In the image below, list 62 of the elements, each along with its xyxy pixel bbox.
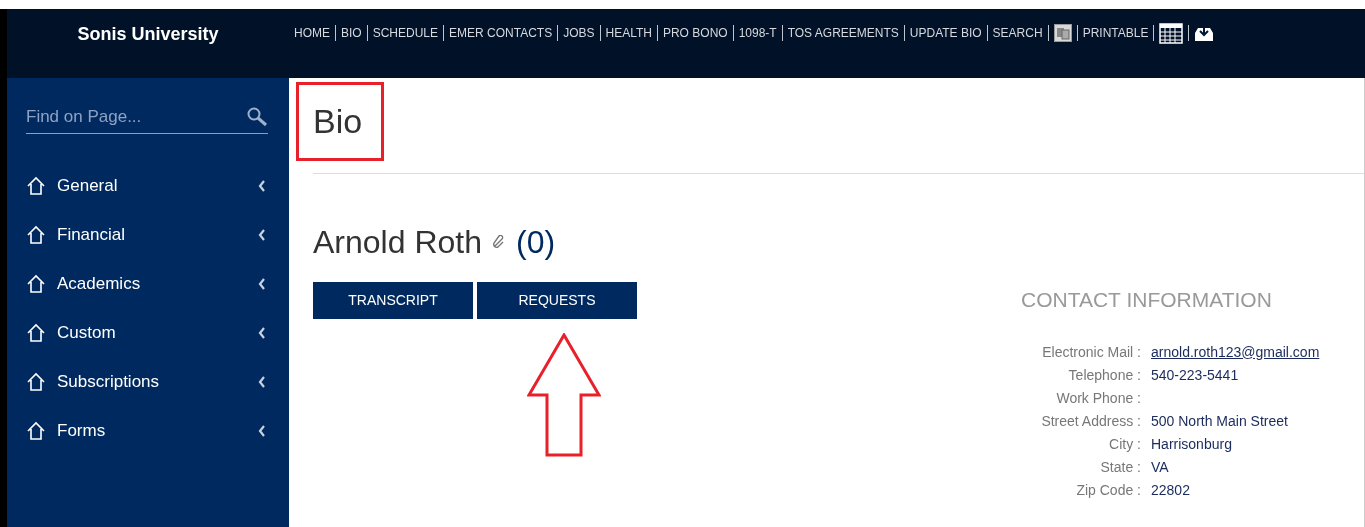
- download-tray-icon[interactable]: [1194, 24, 1215, 42]
- home-icon: [26, 372, 46, 392]
- sidebar-item[interactable]: Forms: [26, 406, 270, 456]
- nav-link[interactable]: 1098-T: [738, 27, 777, 39]
- paperclip-icon[interactable]: [492, 235, 506, 249]
- sidebar-item-label: Academics: [57, 273, 142, 296]
- calendar-icon[interactable]: [1159, 22, 1184, 44]
- nav-link[interactable]: HOME: [294, 27, 330, 39]
- person-name: Arnold Roth: [313, 223, 482, 262]
- action-button[interactable]: TRANSCRIPT: [313, 282, 473, 319]
- chevron-left-icon: [258, 229, 266, 241]
- field-value: VA: [1151, 457, 1169, 477]
- chevron-left-icon: [258, 327, 266, 339]
- sidebar-item[interactable]: General: [26, 161, 270, 211]
- field-value: 540-223-5441: [1151, 365, 1239, 385]
- nav-link[interactable]: SEARCH: [992, 27, 1043, 39]
- home-icon: [26, 421, 46, 441]
- nav-link[interactable]: PRINTABLE: [1082, 27, 1149, 39]
- chevron-left-icon: [258, 278, 266, 290]
- field-label: Work Phone :: [1055, 388, 1141, 408]
- field-label: City :: [1108, 434, 1141, 454]
- field-label: Electronic Mail :: [1041, 342, 1141, 362]
- nav-link[interactable]: BIO: [341, 27, 362, 39]
- search-icon[interactable]: [246, 106, 268, 127]
- sidebar-item-label: General: [57, 175, 119, 198]
- home-icon: [26, 225, 46, 245]
- home-icon: [26, 274, 46, 294]
- field-label: Zip Code :: [1075, 480, 1141, 500]
- nav-link[interactable]: UPDATE BIO: [909, 27, 982, 39]
- nav-link[interactable]: HEALTH: [605, 27, 652, 39]
- home-icon: [26, 323, 46, 343]
- sidebar-item[interactable]: Custom: [26, 308, 270, 358]
- page-title: Bio: [313, 101, 363, 142]
- field-label: Telephone :: [1067, 365, 1141, 385]
- field-value: 500 North Main Street: [1151, 411, 1288, 431]
- field-value: Harrisonburg: [1151, 434, 1232, 454]
- chevron-left-icon: [258, 376, 266, 388]
- brand-title: Sonis University: [77, 23, 219, 46]
- search-field[interactable]: Find on Page...: [26, 104, 246, 130]
- field-label: State :: [1099, 457, 1141, 477]
- nav-link[interactable]: EMER CONTACTS: [449, 27, 553, 39]
- chevron-left-icon: [258, 425, 266, 437]
- sidebar-item-label: Custom: [57, 322, 117, 345]
- chevron-left-icon: [258, 180, 266, 192]
- home-icon: [26, 176, 46, 196]
- sidebar-item[interactable]: Financial: [26, 210, 270, 260]
- nav-link[interactable]: SCHEDULE: [372, 27, 439, 39]
- sidebar-item-label: Forms: [57, 420, 107, 443]
- count: (0): [516, 223, 556, 262]
- photo-icon[interactable]: [1053, 24, 1072, 42]
- section-title: CONTACT INFORMATION: [1021, 287, 1273, 313]
- nav-link[interactable]: PRO BONO: [662, 27, 728, 39]
- action-button[interactable]: REQUESTS: [477, 282, 637, 319]
- sidebar-item-label: Financial: [57, 224, 127, 247]
- nav-link[interactable]: TOS AGREEMENTS: [787, 27, 899, 39]
- sidebar-item-label: Subscriptions: [57, 371, 161, 394]
- field-label: Street Address :: [1040, 411, 1141, 431]
- sidebar-item[interactable]: Academics: [26, 259, 270, 309]
- nav-link[interactable]: JOBS: [563, 27, 595, 39]
- sidebar-item[interactable]: Subscriptions: [26, 357, 270, 407]
- email-link[interactable]: arnold.roth123@gmail.com: [1151, 340, 1320, 364]
- field-value: 22802: [1151, 480, 1190, 500]
